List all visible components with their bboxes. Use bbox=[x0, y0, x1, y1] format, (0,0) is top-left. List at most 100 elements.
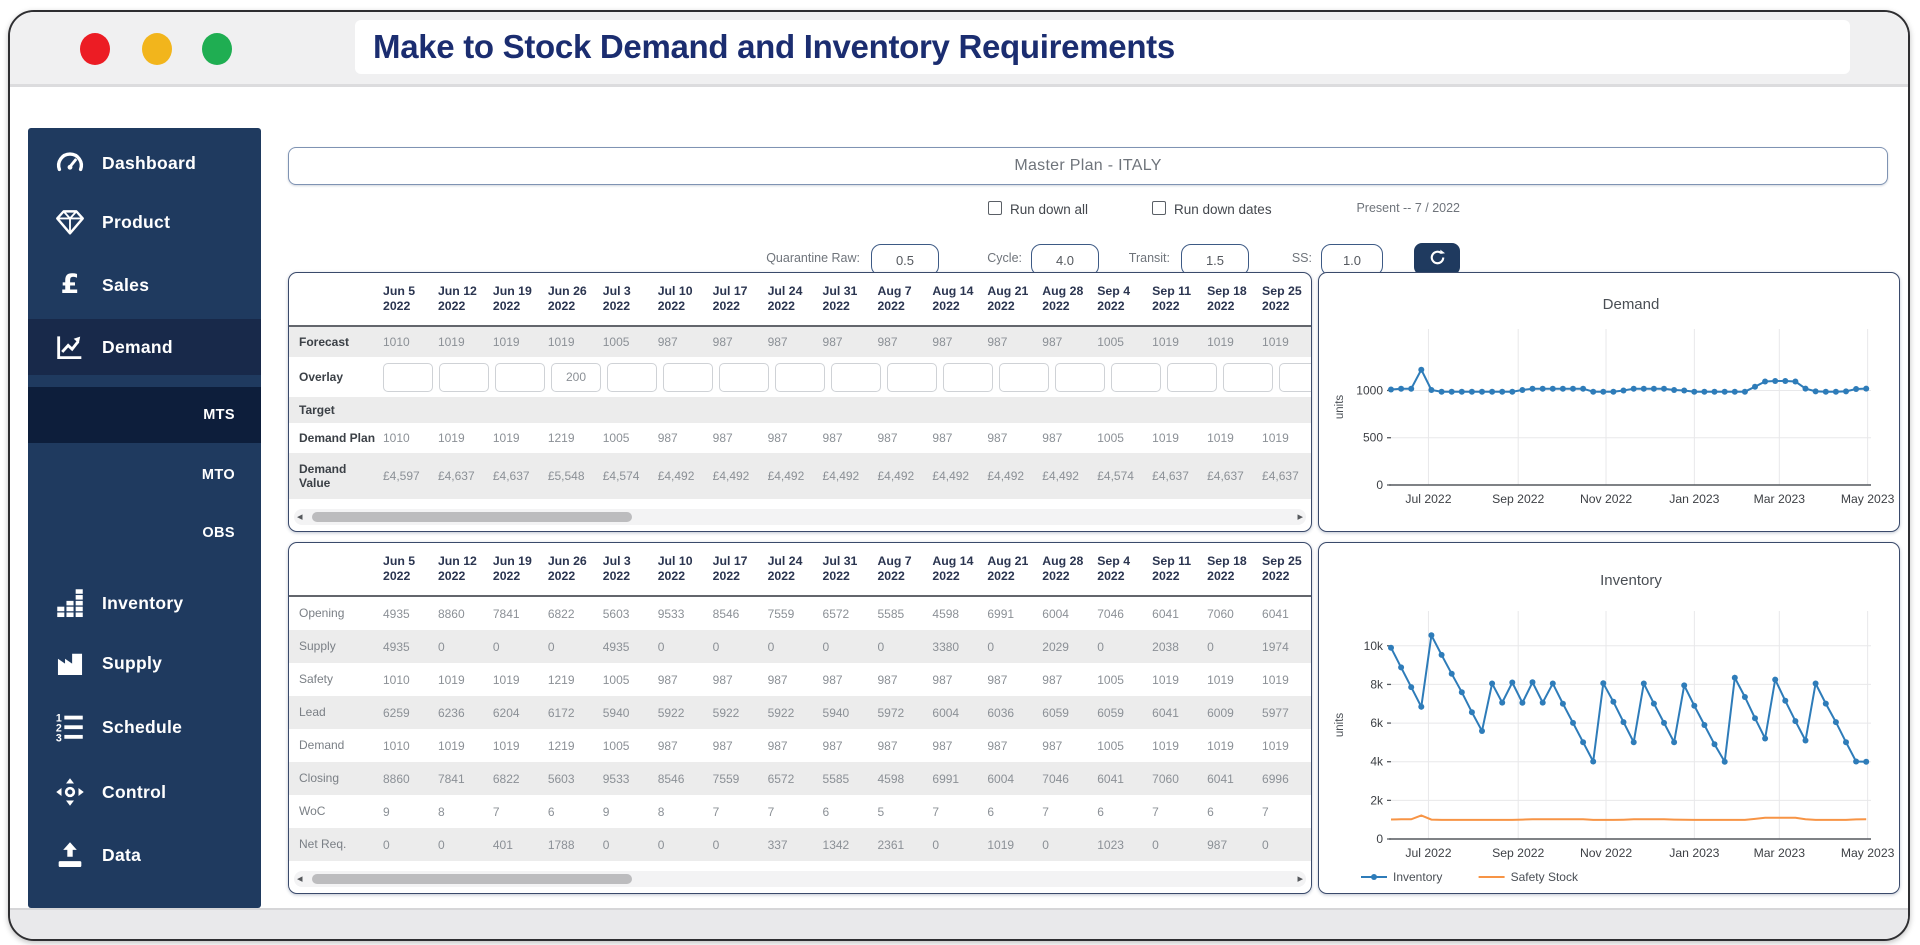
svg-text:Safety Stock: Safety Stock bbox=[1511, 870, 1579, 884]
close-button[interactable] bbox=[80, 33, 110, 65]
overlay-input[interactable] bbox=[663, 362, 713, 392]
sidebar-item-demand[interactable]: Demand bbox=[28, 319, 261, 375]
row-label: Forecast bbox=[299, 334, 350, 349]
overlay-input[interactable] bbox=[1223, 362, 1273, 392]
scroll-left-icon[interactable]: ◂ bbox=[297, 509, 303, 525]
table-cell: 6 bbox=[1097, 804, 1104, 819]
svg-text:Demand: Demand bbox=[1603, 296, 1660, 313]
table-cell: 987 bbox=[932, 431, 953, 445]
overlay-input[interactable] bbox=[551, 362, 601, 392]
sidebar-item-dashboard[interactable]: Dashboard bbox=[28, 135, 261, 191]
sidebar-item-schedule[interactable]: 1 2 3 Schedule bbox=[28, 699, 261, 755]
refresh-button[interactable] bbox=[1414, 243, 1460, 275]
scrollbar-thumb[interactable] bbox=[312, 874, 632, 884]
move-icon bbox=[50, 764, 90, 820]
table-cell: 1010 bbox=[383, 738, 410, 753]
table-cell: 4935 bbox=[602, 639, 630, 654]
table-cell: 987 bbox=[1042, 738, 1063, 753]
table-cell: 401 bbox=[492, 837, 513, 852]
sidebar-item-data[interactable]: Data bbox=[28, 827, 261, 883]
table-cell: 1219 bbox=[547, 738, 575, 753]
table-cell: 1005 bbox=[602, 672, 630, 687]
table-cell: 1019 bbox=[492, 672, 520, 687]
column-header: Sep 18 2022 bbox=[1207, 553, 1247, 583]
table-cell: 0 bbox=[1097, 639, 1104, 654]
maximize-button[interactable] bbox=[202, 33, 232, 65]
sidebar-item-product[interactable]: Product bbox=[28, 194, 261, 250]
scroll-right-icon[interactable]: ▸ bbox=[1297, 871, 1303, 887]
sidebar-item-label: Control bbox=[102, 782, 167, 802]
table-cell: 6004 bbox=[1042, 606, 1069, 621]
sidebar-item-label: Demand bbox=[102, 337, 173, 357]
table-cell: 987 bbox=[987, 672, 1008, 687]
sidebar-subitem-mto[interactable]: MTO bbox=[28, 447, 261, 503]
scrollbar-thumb[interactable] bbox=[312, 512, 632, 522]
overlay-input[interactable] bbox=[831, 362, 881, 392]
table-cell: £4,492 bbox=[822, 469, 860, 483]
run-down-dates-checkbox[interactable] bbox=[1152, 201, 1166, 215]
overlay-input[interactable] bbox=[1111, 362, 1161, 392]
table-horizontal-scrollbar[interactable]: ◂ ▸ bbox=[294, 871, 1306, 887]
svg-text:0: 0 bbox=[1376, 478, 1383, 492]
sidebar-item-inventory[interactable]: Inventory bbox=[28, 575, 261, 631]
app-window: Make to Stock Demand and Inventory Requi… bbox=[8, 10, 1910, 941]
table-cell: 987 bbox=[767, 431, 788, 445]
overlay-input[interactable] bbox=[495, 362, 545, 392]
table-cell: 1019 bbox=[492, 335, 520, 349]
table-cell: 7046 bbox=[1042, 771, 1069, 786]
table-cell: 987 bbox=[712, 672, 733, 687]
sidebar-item-control[interactable]: Control bbox=[28, 764, 261, 820]
sidebar: Dashboard Product £ Sales Demand Inventory Sup… bbox=[28, 128, 261, 908]
overlay-input[interactable] bbox=[1279, 362, 1311, 392]
scroll-right-icon[interactable]: ▸ bbox=[1297, 509, 1303, 525]
row-label: Demand Plan bbox=[299, 430, 376, 445]
overlay-input[interactable] bbox=[1055, 362, 1105, 392]
run-down-all-checkbox[interactable] bbox=[988, 201, 1002, 215]
sidebar-item-sales[interactable]: £ Sales bbox=[28, 257, 261, 313]
table-cell: 5972 bbox=[877, 705, 905, 720]
table-horizontal-scrollbar[interactable]: ◂ ▸ bbox=[294, 509, 1306, 525]
table-cell: 1342 bbox=[822, 837, 850, 852]
overlay-input[interactable] bbox=[999, 362, 1049, 392]
overlay-input[interactable] bbox=[887, 362, 937, 392]
svg-text:4k: 4k bbox=[1370, 755, 1384, 769]
table-cell: 1219 bbox=[547, 672, 575, 687]
table-header-row: Jun 5 2022 Jun 12 2022 Jun 19 2022 Jun 26 2022 J… bbox=[289, 273, 1311, 327]
column-header: Jun 26 2022 bbox=[547, 283, 587, 313]
table-cell: 6041 bbox=[1262, 606, 1289, 621]
row-label: Lead bbox=[299, 705, 326, 720]
minimize-button[interactable] bbox=[142, 33, 172, 65]
table-cell: 987 bbox=[1042, 431, 1063, 445]
overlay-input[interactable] bbox=[383, 362, 433, 392]
table-cell: 987 bbox=[767, 672, 788, 687]
table-cell: 0 bbox=[437, 837, 445, 852]
table-row: Overlay bbox=[289, 357, 1311, 397]
column-header: Aug 28 2022 bbox=[1042, 553, 1084, 583]
overlay-input[interactable] bbox=[607, 362, 657, 392]
titlebar: Make to Stock Demand and Inventory Requi… bbox=[10, 12, 1908, 87]
scroll-left-icon[interactable]: ◂ bbox=[297, 871, 303, 887]
column-header: Jun 12 2022 bbox=[437, 553, 477, 583]
overlay-input[interactable] bbox=[719, 362, 769, 392]
table-cell: 6822 bbox=[492, 771, 520, 786]
sidebar-subitem-mts[interactable]: MTS bbox=[28, 387, 261, 443]
trend-icon bbox=[50, 319, 90, 375]
overlay-input[interactable] bbox=[1167, 362, 1217, 392]
window-title: Make to Stock Demand and Inventory Requi… bbox=[373, 28, 1175, 65]
table-cell: 0 bbox=[437, 639, 445, 654]
table-cell: £4,637 bbox=[1207, 469, 1244, 483]
overlay-input[interactable] bbox=[943, 362, 993, 392]
table-cell: 1005 bbox=[602, 335, 630, 349]
row-label: Overlay bbox=[299, 369, 344, 384]
column-header: Sep 25 2022 bbox=[1262, 283, 1302, 313]
sidebar-subitem-obs[interactable]: OBS bbox=[28, 505, 261, 561]
table-cell: 5922 bbox=[712, 705, 740, 720]
table-cell: 5940 bbox=[602, 705, 630, 720]
table-cell: 6004 bbox=[987, 771, 1015, 786]
svg-text:8k: 8k bbox=[1370, 677, 1384, 691]
overlay-input[interactable] bbox=[775, 362, 825, 392]
sidebar-item-supply[interactable]: Supply bbox=[28, 635, 261, 691]
svg-text:Jan 2023: Jan 2023 bbox=[1669, 492, 1719, 506]
overlay-input[interactable] bbox=[439, 362, 489, 392]
row-label: Demand bbox=[299, 738, 345, 753]
